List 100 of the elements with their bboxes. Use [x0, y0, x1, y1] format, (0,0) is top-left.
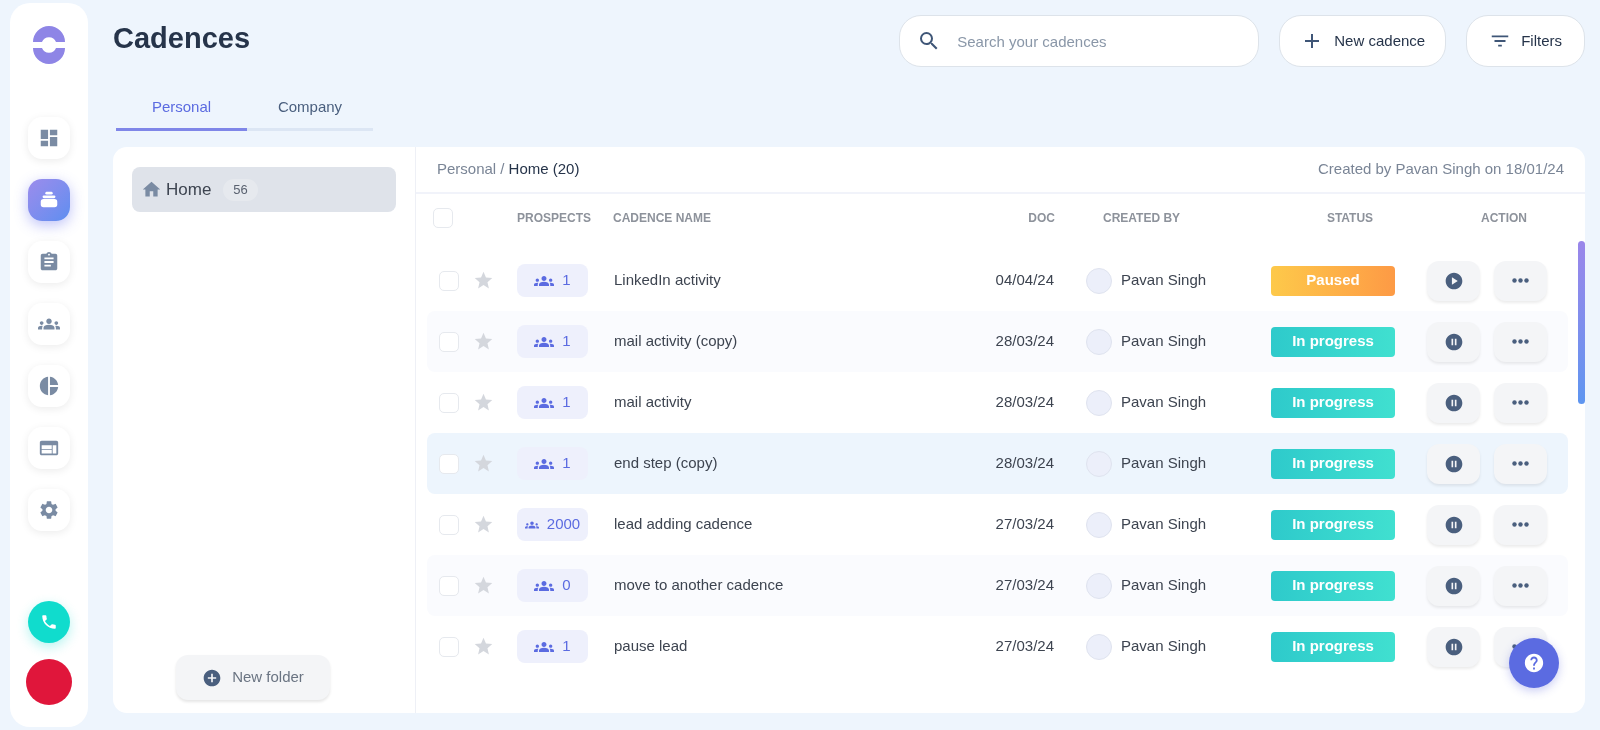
table-row[interactable]: 1 mail activity (copy) 28/03/24 Pavan Singh In progress [427, 311, 1568, 372]
pause-icon [1443, 514, 1464, 535]
column-header: PROSPECTS [517, 210, 592, 227]
new-folder-button[interactable]: New folder [176, 655, 330, 700]
folder-count: 56 [223, 178, 258, 201]
status-badge: In progress [1271, 509, 1395, 540]
play-icon [1443, 270, 1464, 291]
prospects-pill[interactable]: 2000 [517, 508, 588, 541]
column-header: STATUS [1325, 210, 1375, 227]
play-button[interactable] [1427, 260, 1480, 301]
star-icon[interactable] [473, 453, 494, 474]
nav-button[interactable] [28, 489, 70, 531]
status-badge: In progress [1271, 387, 1395, 418]
checkbox[interactable] [439, 270, 459, 291]
star-icon[interactable] [473, 575, 494, 596]
clipboard-icon [38, 251, 60, 273]
prospects-pill[interactable]: 1 [517, 325, 588, 358]
more-button[interactable] [1494, 443, 1547, 484]
more-button[interactable] [1494, 504, 1547, 545]
dashboard-icon [38, 127, 60, 149]
creator-name: Pavan Singh [1121, 270, 1208, 291]
more-button[interactable] [1494, 321, 1547, 362]
prospects-pill[interactable]: 0 [517, 569, 588, 602]
add-icon [202, 667, 223, 688]
cadence-name[interactable]: move to another cadence [614, 574, 964, 597]
folder-name: Home [166, 178, 212, 201]
status-badge: In progress [1271, 631, 1395, 662]
star-icon[interactable] [473, 331, 494, 352]
folder-item[interactable]: Home 56 [132, 167, 396, 212]
tab[interactable]: Company [247, 93, 373, 131]
star-icon[interactable] [473, 270, 494, 291]
prospects-pill[interactable]: 1 [517, 386, 588, 419]
new-cadence-button[interactable]: New cadence [1279, 15, 1447, 67]
more-icon [1512, 278, 1529, 283]
star-icon[interactable] [473, 636, 494, 657]
pie-chart-icon [38, 375, 60, 397]
column-header: CREATED BY [1103, 210, 1182, 227]
scrollbar[interactable] [1578, 241, 1585, 404]
status-badge: In progress [1271, 326, 1395, 357]
doc-date: 27/03/24 [994, 514, 1054, 535]
prospects-pill[interactable]: 1 [517, 447, 588, 480]
status-badge: In progress [1271, 448, 1395, 479]
prospects-pill[interactable]: 1 [517, 264, 588, 297]
more-button[interactable] [1494, 260, 1547, 301]
nav-button[interactable] [28, 179, 70, 221]
creator-name: Pavan Singh [1121, 575, 1208, 596]
cadence-name[interactable]: mail activity [614, 391, 964, 414]
cadence-name[interactable]: pause lead [614, 635, 964, 658]
star-icon[interactable] [473, 392, 494, 413]
creator-name: Pavan Singh [1121, 636, 1208, 657]
checkbox[interactable] [439, 453, 459, 474]
pause-button[interactable] [1427, 626, 1480, 667]
nav-button[interactable] [28, 241, 70, 283]
column-header: CADENCE NAME [613, 210, 712, 227]
checkbox[interactable] [439, 331, 459, 352]
cadence-name[interactable]: mail activity (copy) [614, 330, 964, 353]
select-all-checkbox[interactable] [433, 208, 453, 228]
pause-button[interactable] [1427, 565, 1480, 606]
tab[interactable]: Personal [116, 93, 247, 131]
nav-button[interactable] [28, 427, 70, 469]
prospects-pill[interactable]: 1 [517, 630, 588, 663]
breadcrumb-parent[interactable]: Personal / [437, 158, 505, 181]
table-row[interactable]: 1 end step (copy) 28/03/24 Pavan Singh In progress [427, 433, 1568, 494]
checkbox[interactable] [439, 575, 459, 596]
checkbox[interactable] [439, 636, 459, 657]
nav-button[interactable] [28, 117, 70, 159]
more-button[interactable] [1494, 382, 1547, 423]
pause-icon [1443, 331, 1464, 352]
breadcrumb-current: Home (20) [508, 159, 580, 180]
avatar [1086, 267, 1112, 294]
nav-button[interactable] [28, 365, 70, 407]
cadence-name[interactable]: LinkedIn activity [614, 269, 964, 292]
pause-icon [1443, 575, 1464, 596]
home-icon [141, 179, 162, 200]
pause-button[interactable] [1427, 321, 1480, 362]
doc-date: 04/04/24 [994, 270, 1054, 291]
column-header: ACTION [1480, 210, 1528, 227]
status-badge: In progress [1271, 570, 1395, 601]
pause-button[interactable] [1427, 443, 1480, 484]
checkbox[interactable] [439, 392, 459, 413]
star-icon[interactable] [473, 514, 494, 535]
more-button[interactable] [1494, 565, 1547, 606]
pause-icon [1443, 392, 1464, 413]
table-row[interactable]: 0 move to another cadence 27/03/24 Pavan Singh In progress [427, 555, 1568, 616]
nav-button[interactable] [28, 303, 70, 345]
more-icon [1512, 583, 1529, 588]
cadence-name[interactable]: end step (copy) [614, 452, 964, 475]
phone-button[interactable] [28, 601, 70, 643]
checkbox[interactable] [439, 514, 459, 535]
pause-button[interactable] [1427, 382, 1480, 423]
filters-button[interactable]: Filters [1466, 15, 1585, 67]
avatar[interactable] [26, 659, 72, 705]
status-badge: Paused [1271, 265, 1395, 296]
pause-button[interactable] [1427, 504, 1480, 545]
doc-date: 28/03/24 [994, 453, 1054, 474]
avatar [1086, 633, 1112, 660]
cadence-name[interactable]: lead adding cadence [614, 513, 964, 536]
search-field[interactable]: Search your cadences [899, 15, 1260, 67]
more-icon [1512, 522, 1529, 527]
more-icon [1512, 400, 1529, 405]
